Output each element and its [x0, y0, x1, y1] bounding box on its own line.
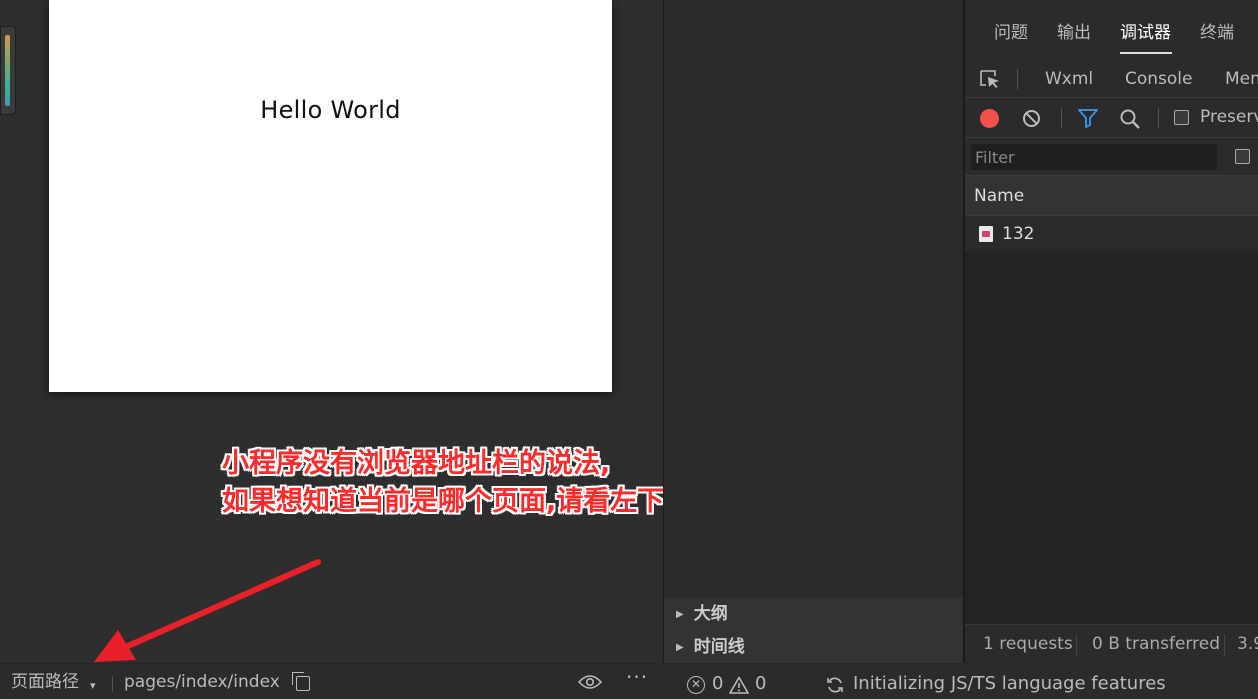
- clear-icon[interactable]: [1022, 109, 1041, 128]
- column-header-name[interactable]: Name: [974, 186, 1024, 206]
- active-tab-indicator: [1120, 52, 1172, 54]
- tab-problems[interactable]: 问题: [994, 22, 1028, 44]
- tab-debugger[interactable]: 调试器: [1120, 22, 1171, 44]
- outline-section[interactable]: ▶ 大纲: [664, 598, 964, 631]
- expand-triangle-icon: ▶: [676, 609, 684, 620]
- error-icon[interactable]: ✕: [687, 676, 705, 694]
- search-icon[interactable]: [1119, 108, 1141, 130]
- ide-status-bar: ✕ 0 0 Initializing JS/TS language featur…: [663, 663, 1258, 699]
- tab-console[interactable]: Console: [1125, 68, 1193, 90]
- devtools-sub-tabs: Wxml Console Mem: [965, 60, 1258, 98]
- transferred-size: 0 B transferred: [1092, 634, 1220, 654]
- tab-output[interactable]: 输出: [1057, 22, 1091, 44]
- footer-divider: [112, 676, 113, 692]
- filter-icon[interactable]: [1077, 108, 1099, 128]
- tab-terminal[interactable]: 终端: [1200, 22, 1234, 44]
- inspect-element-icon[interactable]: [979, 69, 1001, 89]
- status-message: Initializing JS/TS language features: [853, 673, 1166, 694]
- simulator-footer: 页面路径 ▾ pages/index/index ···: [0, 663, 662, 699]
- toolbar-divider: [1061, 108, 1062, 128]
- devtools-top-tabs: 问题 输出 调试器 终端: [965, 0, 1258, 60]
- timeline-section[interactable]: ▶ 时间线: [664, 631, 964, 663]
- table-row[interactable]: 132: [965, 216, 1258, 251]
- status-divider: [1076, 634, 1077, 656]
- page-path-label[interactable]: 页面路径: [11, 672, 79, 692]
- warning-icon[interactable]: [729, 676, 749, 694]
- sub-tab-divider: [1017, 69, 1018, 89]
- simulator-panel: Hello World 小程序没有浏览器地址栏的说法, 如果想知道当前是哪个页面…: [0, 0, 826, 663]
- record-icon[interactable]: [980, 109, 999, 128]
- status-divider: [1224, 634, 1225, 656]
- image-file-icon: [979, 226, 993, 242]
- copy-icon[interactable]: [292, 672, 310, 691]
- error-count[interactable]: 0: [712, 673, 723, 695]
- request-count: 1 requests: [983, 634, 1073, 654]
- preserve-log-checkbox[interactable]: [1174, 110, 1189, 125]
- warning-count[interactable]: 0: [755, 673, 766, 695]
- network-status-bar: 1 requests 0 B transferred 3.9: [965, 624, 1258, 663]
- page-path-value: pages/index/index: [124, 672, 280, 692]
- hello-world-text: Hello World: [260, 96, 401, 124]
- volume-meter-bar: [5, 35, 10, 106]
- expand-triangle-icon: ▶: [676, 642, 684, 653]
- filter-input[interactable]: [971, 144, 1217, 170]
- filter-row: [965, 138, 1258, 176]
- filter-option-checkbox[interactable]: [1235, 149, 1250, 164]
- more-icon[interactable]: ···: [626, 667, 648, 687]
- volume-meter: [0, 26, 16, 115]
- toolbar-divider: [1158, 108, 1159, 128]
- request-table-header: Name: [965, 176, 1258, 216]
- sync-icon: [827, 677, 843, 693]
- devtools-panel: 问题 输出 调试器 终端 Wxml Console Mem Pr: [963, 0, 1258, 663]
- tab-memory[interactable]: Mem: [1225, 68, 1258, 90]
- preserve-log-label: Preserve: [1200, 107, 1258, 127]
- phone-screen[interactable]: Hello World: [49, 0, 612, 392]
- editor-side-panel: ▶ 大纲 ▶ 时间线: [663, 0, 964, 663]
- page-path-dropdown-icon[interactable]: ▾: [90, 676, 96, 696]
- outline-label: 大纲: [693, 604, 728, 624]
- tab-wxml[interactable]: Wxml: [1045, 68, 1093, 90]
- network-toolbar: Preserve: [965, 98, 1258, 138]
- request-name: 132: [1002, 224, 1035, 244]
- timeline-label: 时间线: [693, 637, 745, 657]
- eye-icon[interactable]: [578, 674, 602, 690]
- resource-size: 3.9: [1237, 634, 1258, 654]
